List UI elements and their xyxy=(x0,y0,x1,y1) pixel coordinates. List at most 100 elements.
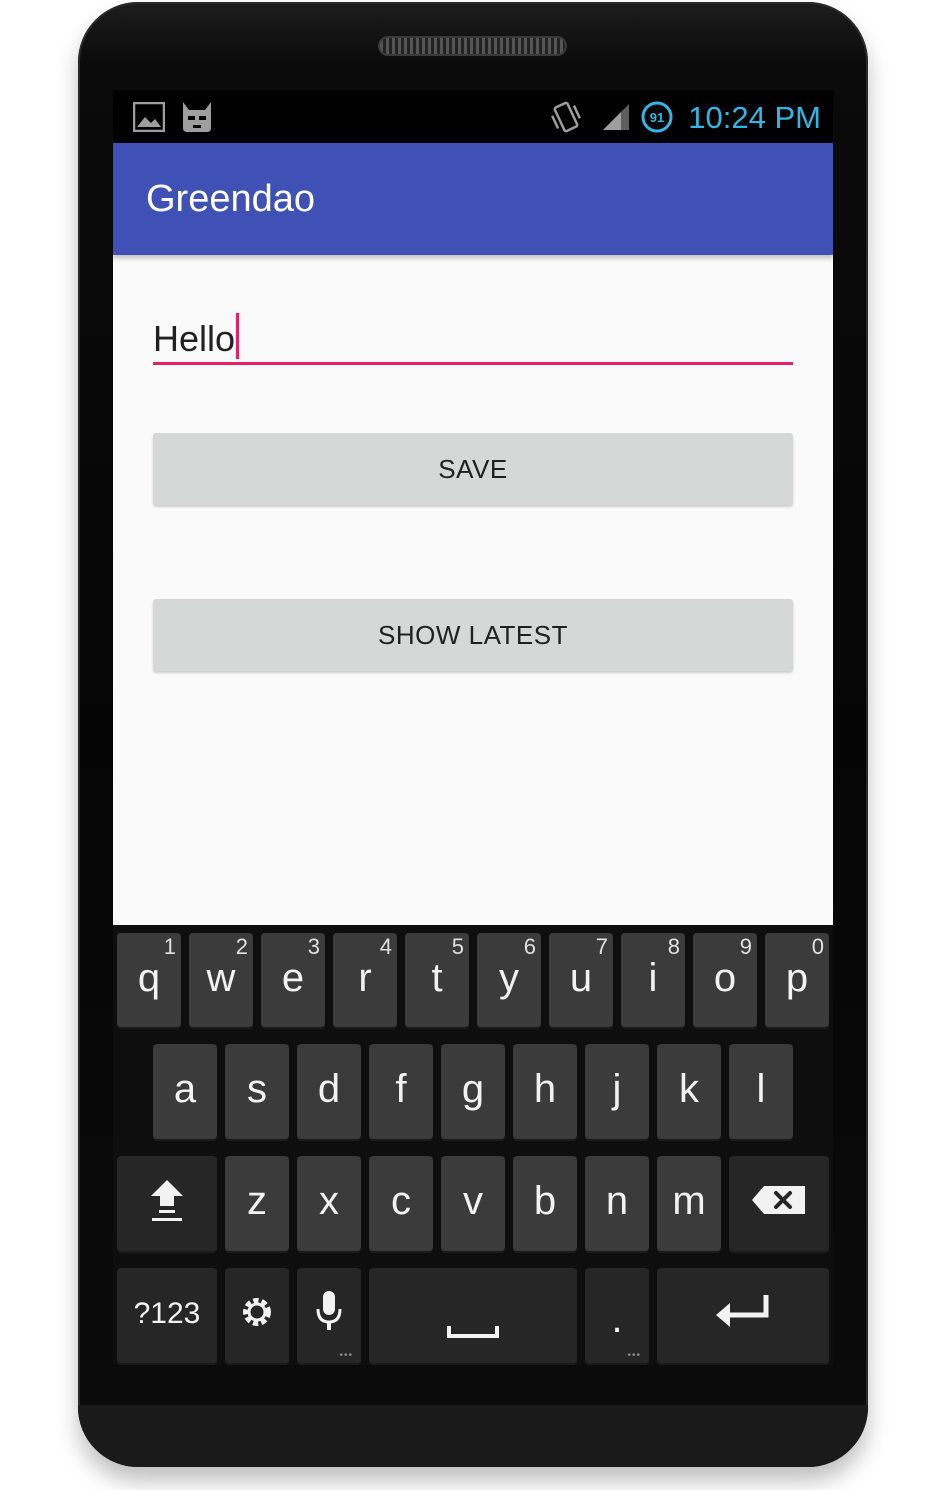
key-o[interactable]: 9o xyxy=(693,933,757,1027)
key-label: m xyxy=(672,1179,706,1223)
voice-input-key[interactable]: ••• xyxy=(297,1268,361,1363)
key-label: j xyxy=(612,1067,622,1111)
period-key[interactable]: . ••• xyxy=(585,1268,649,1363)
key-label: f xyxy=(395,1067,407,1111)
key-h[interactable]: h xyxy=(513,1044,577,1139)
vibrate-icon xyxy=(549,100,583,139)
enter-icon xyxy=(714,1291,772,1341)
key-l[interactable]: l xyxy=(729,1044,793,1139)
enter-key[interactable] xyxy=(657,1268,829,1363)
text-input[interactable]: Hello xyxy=(153,307,793,365)
soft-keyboard: 1q 2w 3e 4r 5t 6y 7u 8i 9o 0p a s d f g … xyxy=(113,925,833,1365)
key-label: . xyxy=(611,1297,623,1341)
shift-key[interactable] xyxy=(117,1156,217,1251)
key-hint: 2 xyxy=(235,934,248,959)
key-j[interactable]: j xyxy=(585,1044,649,1139)
screen: 91 10:24 PM Greendao Hello SAVE SHOW LAT… xyxy=(113,90,833,1365)
key-e[interactable]: 3e xyxy=(261,933,325,1027)
gallery-icon xyxy=(132,101,166,137)
key-t[interactable]: 5t xyxy=(405,933,469,1027)
key-label: q xyxy=(137,955,161,1000)
key-label: s xyxy=(247,1067,267,1111)
key-label: o xyxy=(713,955,737,1000)
key-label: p xyxy=(785,955,809,1000)
key-label: l xyxy=(756,1067,766,1111)
key-hint: 5 xyxy=(451,934,464,959)
key-label: w xyxy=(206,955,236,1000)
battery-icon: 91 xyxy=(640,100,674,139)
space-icon xyxy=(447,1293,499,1338)
key-hint: 1 xyxy=(163,934,176,959)
svg-text:91: 91 xyxy=(650,110,664,125)
key-hint: 4 xyxy=(379,934,392,959)
key-p[interactable]: 0p xyxy=(765,933,829,1027)
main-content: Hello SAVE SHOW LATEST xyxy=(113,255,833,925)
key-label: h xyxy=(533,1067,557,1111)
text-cursor xyxy=(236,313,240,359)
app-title: Greendao xyxy=(146,178,316,220)
key-hint: 8 xyxy=(667,934,680,959)
backspace-key[interactable] xyxy=(729,1156,829,1251)
key-hint: 6 xyxy=(523,934,536,959)
phone-chin xyxy=(78,1405,868,1467)
key-u[interactable]: 7u xyxy=(549,933,613,1027)
backspace-icon xyxy=(750,1181,808,1226)
key-label: ?123 xyxy=(133,1296,201,1330)
signal-icon xyxy=(601,102,631,137)
status-bar: 91 10:24 PM xyxy=(113,90,833,143)
more-options-icon: ••• xyxy=(339,1350,353,1361)
microphone-icon xyxy=(315,1289,343,1343)
key-f[interactable]: f xyxy=(369,1044,433,1139)
key-label: e xyxy=(281,955,305,1000)
key-label: t xyxy=(431,955,443,1000)
space-key[interactable] xyxy=(369,1268,577,1363)
key-label: u xyxy=(569,955,593,1000)
key-s[interactable]: s xyxy=(225,1044,289,1139)
key-i[interactable]: 8i xyxy=(621,933,685,1027)
key-label: a xyxy=(173,1067,197,1111)
key-label: r xyxy=(358,955,372,1000)
earpiece-speaker xyxy=(380,38,565,54)
input-text: Hello xyxy=(153,318,236,359)
key-label: b xyxy=(533,1179,557,1223)
key-x[interactable]: x xyxy=(297,1156,361,1251)
key-d[interactable]: d xyxy=(297,1044,361,1139)
key-a[interactable]: a xyxy=(153,1044,217,1139)
key-label: y xyxy=(499,955,519,1000)
key-label: x xyxy=(319,1179,339,1223)
key-label: g xyxy=(461,1067,485,1111)
app-bar: Greendao xyxy=(113,143,833,255)
key-label: c xyxy=(391,1179,411,1223)
key-label: i xyxy=(648,955,658,1000)
key-label: z xyxy=(247,1179,267,1223)
key-hint: 7 xyxy=(595,934,608,959)
key-c[interactable]: c xyxy=(369,1156,433,1251)
symbols-key[interactable]: ?123 xyxy=(117,1268,217,1363)
key-w[interactable]: 2w xyxy=(189,933,253,1027)
key-hint: 3 xyxy=(307,934,320,959)
key-v[interactable]: v xyxy=(441,1156,505,1251)
key-r[interactable]: 4r xyxy=(333,933,397,1027)
key-b[interactable]: b xyxy=(513,1156,577,1251)
key-hint: 0 xyxy=(811,934,824,959)
shift-icon xyxy=(147,1176,187,1232)
key-m[interactable]: m xyxy=(657,1156,721,1251)
text-input-value: Hello xyxy=(153,313,240,360)
settings-key[interactable] xyxy=(225,1268,289,1363)
key-z[interactable]: z xyxy=(225,1156,289,1251)
key-n[interactable]: n xyxy=(585,1156,649,1251)
key-q[interactable]: 1q xyxy=(117,933,181,1027)
key-label: v xyxy=(463,1179,483,1223)
key-hint: 9 xyxy=(739,934,752,959)
key-y[interactable]: 6y xyxy=(477,933,541,1027)
cyanogen-icon xyxy=(179,100,215,139)
show-latest-button[interactable]: SHOW LATEST xyxy=(153,599,793,671)
key-k[interactable]: k xyxy=(657,1044,721,1139)
more-options-icon: ••• xyxy=(627,1350,641,1361)
clock: 10:24 PM xyxy=(688,100,821,135)
key-g[interactable]: g xyxy=(441,1044,505,1139)
settings-icon xyxy=(241,1293,273,1338)
key-label: k xyxy=(679,1067,699,1111)
key-label: d xyxy=(317,1067,341,1111)
save-button[interactable]: SAVE xyxy=(153,433,793,505)
